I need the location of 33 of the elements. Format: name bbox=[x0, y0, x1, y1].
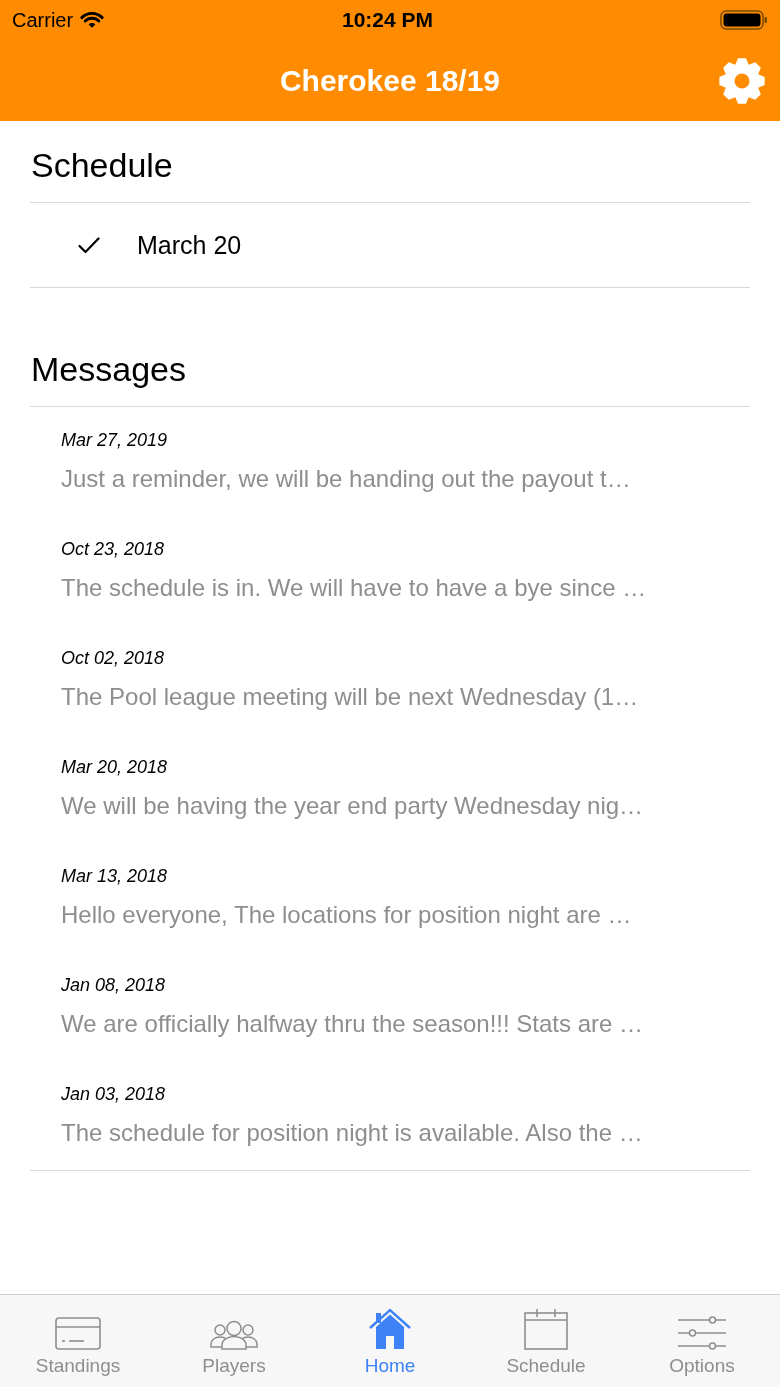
message-date: Mar 20, 2018 bbox=[61, 756, 168, 778]
message-date: Mar 27, 2019 bbox=[61, 429, 168, 451]
schedule-date[interactable]: March 20 bbox=[137, 230, 242, 260]
tab-item[interactable]: Home bbox=[312, 1295, 468, 1387]
message-date: Jan 03, 2018 bbox=[61, 1083, 166, 1105]
message-date: Jan 08, 2018 bbox=[61, 974, 166, 996]
settings-icon[interactable] bbox=[719, 58, 765, 104]
wifi-icon bbox=[80, 11, 105, 29]
tab-item[interactable]: Options bbox=[624, 1295, 780, 1387]
battery-icon bbox=[720, 9, 768, 31]
calendar-icon bbox=[524, 1308, 568, 1350]
message-preview[interactable]: The Pool league meeting will be next Wednesday (1… bbox=[61, 682, 639, 712]
message-preview[interactable]: Hello everyone, The locations for position night are … bbox=[61, 900, 632, 930]
sliders-icon bbox=[677, 1316, 727, 1350]
clock-time: 10:24 PM bbox=[342, 8, 434, 32]
people-icon bbox=[209, 1320, 259, 1350]
tab-item[interactable]: Standings bbox=[0, 1295, 156, 1387]
carrier-label: Carrier bbox=[12, 8, 74, 32]
message-preview[interactable]: The schedule is in. We will have to have a bye since … bbox=[61, 573, 647, 603]
section-heading: Messages bbox=[30, 349, 187, 389]
message-date: Oct 23, 2018 bbox=[61, 538, 165, 560]
nav-title: Cherokee 18/19 bbox=[279, 62, 501, 99]
tab-item[interactable]: Schedule bbox=[468, 1295, 624, 1387]
house-icon bbox=[369, 1308, 411, 1350]
tab-item[interactable]: Players bbox=[156, 1295, 312, 1387]
message-preview[interactable]: We are officially halfway thru the season!!! Stats are … bbox=[61, 1009, 644, 1039]
message-preview[interactable]: Just a reminder, we will be handing out the payout t… bbox=[61, 464, 631, 494]
card-icon bbox=[55, 1317, 101, 1350]
message-preview[interactable]: The schedule for position night is available. Also the … bbox=[61, 1118, 643, 1148]
message-preview[interactable]: We will be having the year end party Wednesday nig… bbox=[61, 791, 644, 821]
message-date: Mar 13, 2018 bbox=[61, 865, 168, 887]
message-date: Oct 02, 2018 bbox=[61, 647, 165, 669]
section-heading: Schedule bbox=[30, 145, 174, 185]
